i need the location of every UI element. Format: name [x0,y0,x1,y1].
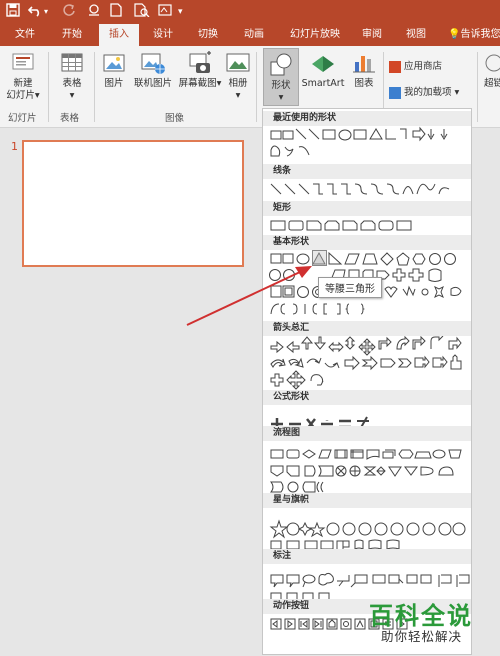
group-images-label: 图像 [165,113,185,124]
print-preview-icon[interactable] [134,3,150,22]
section-stars-banners: 星与旗帜 [263,493,471,508]
globe-icon [484,50,500,76]
undo-dropdown-icon[interactable]: ▾ [44,3,48,21]
new-document-icon[interactable] [110,3,122,22]
tell-me-box[interactable]: 💡告诉我您 [448,24,500,46]
section-lines: 线条 [263,164,471,179]
section-equation-shapes: 公式形状 [263,390,471,405]
format-icon[interactable] [158,3,172,22]
table-dropdown-icon: ▾ [69,90,75,101]
picture-icon [101,50,127,76]
group-divider [477,52,478,122]
album-dropdown-icon: ▾ [235,90,241,101]
smartart-button[interactable]: SmartArt [300,50,346,90]
tab-design[interactable]: 设计 [143,24,183,46]
title-bar: ▾ ▾ [0,0,500,24]
shapes-button[interactable]: 形状 ▾ [263,48,299,106]
isosceles-triangle-shape[interactable] [312,250,327,266]
shapes-icon [268,52,294,78]
slide-thumbnail[interactable] [22,140,244,267]
section-flowchart: 流程图 [263,426,471,441]
online-picture-button[interactable]: 联机图片 [131,50,175,90]
tab-slideshow[interactable]: 幻灯片放映 [280,24,350,46]
group-divider [48,52,49,122]
tab-file[interactable]: 文件 [6,24,44,46]
tab-review[interactable]: 审阅 [352,24,392,46]
group-divider [94,52,95,122]
lightbulb-icon: 💡 [448,29,461,40]
watermark-subtitle: 助你轻松解决 [381,629,463,644]
tab-view[interactable]: 视图 [396,24,436,46]
photo-album-icon [225,50,251,76]
smartart-icon [308,50,338,76]
chart-button[interactable]: 图表 [350,50,378,90]
screenshot-button[interactable]: 屏幕截图▾ [177,50,223,90]
hyperlink-button[interactable]: 超链 [484,50,500,90]
group-tables-label: 表格 [60,113,80,124]
chart-icon [351,50,377,76]
shape-tooltip: 等腰三角形 [318,277,382,298]
section-basic-shapes: 基本形状 [263,235,471,250]
section-callouts: 标注 [263,549,471,564]
shapes-gallery: 最近使用的形状 线条 矩形 基本形状 箭头总汇 公式形状 流程图 星与旗帜 标注… [262,108,472,655]
my-addins-button[interactable]: 我的加载项 ▾ [389,84,479,99]
store-icon [389,60,401,73]
save-icon[interactable] [6,3,20,22]
section-rectangles: 矩形 [263,201,471,216]
tab-animations[interactable]: 动画 [234,24,274,46]
screenshot-icon [187,50,213,76]
repeat-icon[interactable] [86,3,102,22]
section-block-arrows: 箭头总汇 [263,321,471,336]
group-divider [256,52,257,122]
store-button[interactable]: 应用商店 [389,58,459,73]
addins-icon [389,86,401,99]
group-slides-label: 幻灯片 [8,113,37,124]
tab-home[interactable]: 开始 [52,24,92,46]
tab-insert[interactable]: 插入 [99,24,139,46]
shapes-gallery-canvas [266,126,470,630]
new-slide-icon [10,50,36,76]
new-slide-label: 幻灯片▾ [6,90,40,101]
ribbon-tabs: 文件 开始 插入 设计 切换 动画 幻灯片放映 审阅 视图 💡告诉我您 [0,24,500,46]
picture-button[interactable]: 图片 [99,50,129,90]
new-slide-button[interactable]: 新建 幻灯片▾ [3,50,43,102]
watermark-logo: 百科全说 助你轻松解决 [369,596,489,648]
undo-icon[interactable] [27,3,42,22]
table-button[interactable]: 表格 ▾ [54,50,90,102]
tab-transitions[interactable]: 切换 [188,24,228,46]
screenshot-label: 屏幕截图▾ [178,78,222,89]
online-picture-icon [140,50,166,76]
redo-icon[interactable] [62,3,76,22]
section-recent-shapes: 最近使用的形状 [263,111,471,126]
table-icon [59,50,85,76]
slide-number: 1 [11,140,18,153]
shapes-dropdown-icon: ▾ [278,92,284,103]
photo-album-button[interactable]: 相册 ▾ [225,50,251,102]
customize-icon[interactable]: ▾ [178,3,183,21]
